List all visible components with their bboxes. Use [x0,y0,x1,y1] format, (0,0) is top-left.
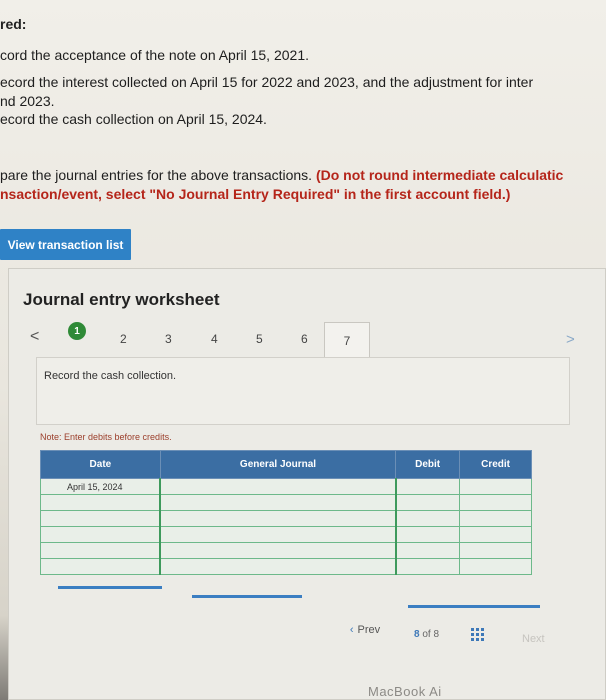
table-row: April 15, 2024 [40,478,532,495]
table-row [40,510,532,527]
journal-table-wrap: Date General Journal Debit Credit April … [40,450,532,590]
view-transaction-list-button[interactable]: View transaction list [0,229,131,260]
instructions: pare the journal entries for the above t… [0,166,563,204]
worksheet-title: Journal entry worksheet [23,290,220,309]
instructions-red-1: (Do not round intermediate calculatic [315,167,564,183]
clear-entry-button-line[interactable] [192,595,302,598]
page-of: of [422,629,431,640]
credit-cell[interactable] [459,478,532,495]
step-1-button[interactable]: 1 [68,322,86,340]
credit-cell[interactable] [459,542,532,559]
date-cell[interactable]: April 15, 2024 [40,478,161,495]
account-cell[interactable] [159,494,397,511]
credit-cell[interactable] [459,510,532,527]
step-5-button[interactable]: 5 [256,332,263,346]
debit-cell[interactable] [395,526,461,543]
record-entry-button-line[interactable] [58,586,162,589]
table-row [40,494,532,511]
prev-label: Prev [357,624,381,636]
account-cell[interactable] [159,510,397,527]
debit-cell[interactable] [395,494,461,511]
header-credit: Credit [459,450,532,479]
instructions-plain: pare the journal entries for the above t… [0,167,313,183]
credit-cell[interactable] [459,494,532,511]
header-date: Date [40,450,161,479]
header-debit: Debit [395,450,461,479]
credit-cell[interactable] [459,526,532,543]
table-row [40,558,532,575]
prev-button[interactable]: ‹ Prev [335,620,395,640]
credit-cell[interactable] [459,558,532,575]
requirement-c: ecord the cash collection on April 15, 2… [0,111,267,127]
account-cell[interactable] [159,526,397,543]
step-2-button[interactable]: 2 [120,332,127,346]
date-cell[interactable] [40,542,161,559]
journal-table: Date General Journal Debit Credit April … [40,450,532,575]
bezel-label: MacBook Ai [368,684,442,699]
view-general-journal-button-line[interactable] [408,605,540,608]
debit-cell[interactable] [395,542,461,559]
account-cell[interactable] [159,542,397,559]
debit-cell[interactable] [395,558,461,575]
instructions-red-2: nsaction/event, select "No Journal Entry… [0,186,511,202]
account-cell[interactable] [159,478,397,495]
step-3-button[interactable]: 3 [165,332,172,346]
prev-step-arrow-icon[interactable]: < [30,328,39,346]
table-row [40,542,532,559]
record-description-box [36,357,570,425]
debits-credits-note: Note: Enter debits before credits. [40,432,172,442]
chevron-left-icon: ‹ [349,624,354,636]
next-button[interactable]: Next [522,633,545,645]
debit-cell[interactable] [395,510,461,527]
requirement-a: cord the acceptance of the note on April… [0,47,309,63]
step-6-button[interactable]: 6 [301,332,308,346]
table-row [40,526,532,543]
date-cell[interactable] [40,494,161,511]
header-general-journal: General Journal [159,450,397,479]
account-cell[interactable] [159,558,397,575]
date-cell[interactable] [40,558,161,575]
record-description: Record the cash collection. [44,370,177,382]
step-4-button[interactable]: 4 [211,332,218,346]
grid-icon[interactable] [471,628,485,642]
requirement-b: ecord the interest collected on April 15… [0,74,534,90]
requirements-heading: red: [0,16,27,32]
date-cell[interactable] [40,510,161,527]
date-cell[interactable] [40,526,161,543]
page-indicator: 8 of 8 [414,629,439,640]
debit-cell[interactable] [395,478,461,495]
requirement-b-cont: nd 2023. [0,93,55,109]
step-7-tab[interactable]: 7 [324,322,370,358]
next-step-arrow-icon[interactable]: > [566,331,575,348]
page-current: 8 [414,629,420,640]
page-total: 8 [433,629,440,640]
